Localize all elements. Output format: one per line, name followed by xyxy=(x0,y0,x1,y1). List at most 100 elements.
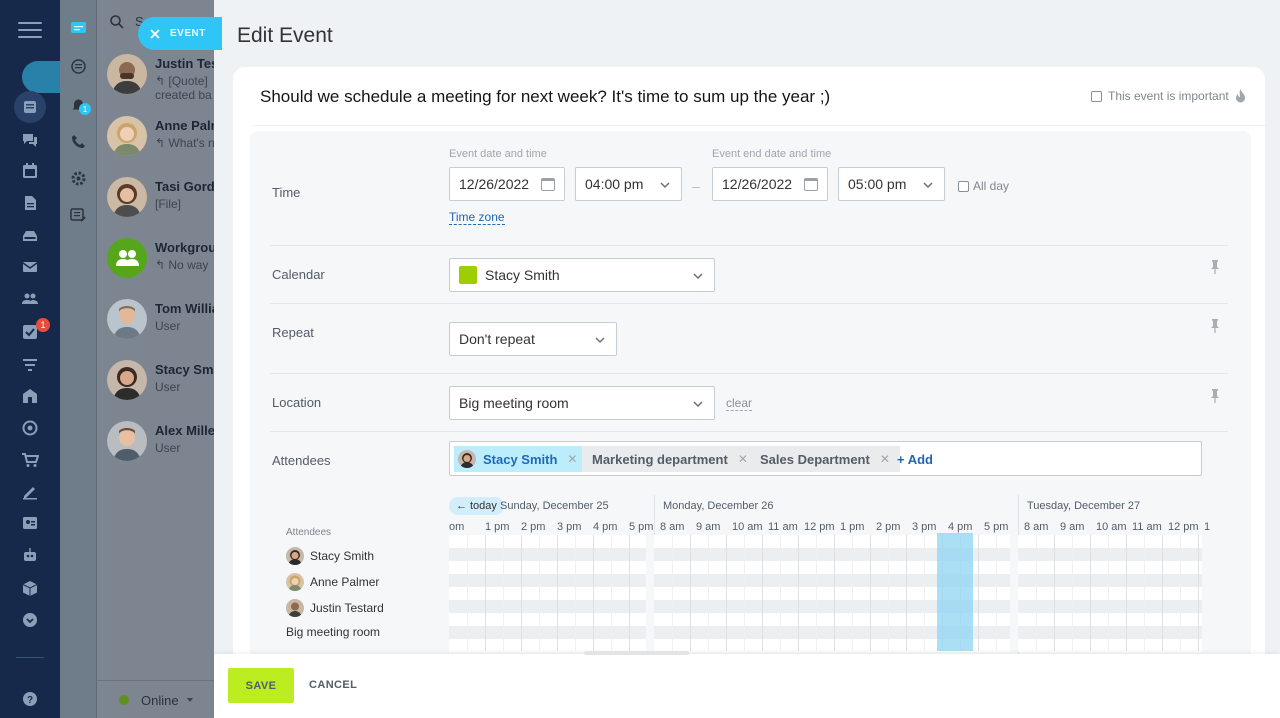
search-icon xyxy=(110,15,124,29)
flame-icon xyxy=(1235,89,1245,103)
sites-icon[interactable] xyxy=(20,386,40,406)
grid-row xyxy=(1018,613,1202,626)
all-day-toggle[interactable]: All day xyxy=(958,179,1009,193)
important-checkbox[interactable] xyxy=(1091,90,1102,102)
chat-item[interactable]: Tom Willia User xyxy=(97,291,227,351)
avatar xyxy=(107,116,147,156)
event-form-card: Should we schedule a meeting for next we… xyxy=(233,67,1265,667)
planner-attendees-caption: Attendees xyxy=(286,527,332,538)
grid-column-line xyxy=(834,535,835,651)
avatar xyxy=(286,573,304,591)
status-selector[interactable]: Online xyxy=(97,680,227,718)
phone-icon[interactable] xyxy=(70,133,87,150)
grid-column-line xyxy=(1036,535,1037,651)
chat-item[interactable]: Alex Miller User xyxy=(97,413,227,473)
close-event-tab[interactable]: EVENT xyxy=(138,17,222,50)
grid-column-line xyxy=(1054,535,1055,651)
channels-icon[interactable] xyxy=(70,58,87,75)
group-icon[interactable] xyxy=(20,289,40,309)
attendees-selector[interactable]: Stacy Smith ✕ Marketing department ✕ Sal… xyxy=(449,441,1202,476)
pin-icon[interactable] xyxy=(1210,319,1220,333)
attendee-tag[interactable]: Marketing department ✕ xyxy=(582,446,758,472)
mail-icon[interactable] xyxy=(20,257,40,277)
end-time-select[interactable]: 05:00 pm xyxy=(838,167,945,201)
event-name-input[interactable]: Should we schedule a meeting for next we… xyxy=(260,87,830,107)
chat-item[interactable]: Justin Tes ↰ [Quote] created ba xyxy=(97,46,227,106)
avatar xyxy=(107,54,147,94)
grid-column-line xyxy=(485,535,486,651)
calendar-select[interactable]: Stacy Smith xyxy=(449,258,715,292)
crm-icon[interactable] xyxy=(20,355,40,375)
grid-row xyxy=(449,535,646,548)
chevron-down-icon xyxy=(659,178,671,190)
menu-icon[interactable] xyxy=(18,22,42,40)
location-select[interactable]: Big meeting room xyxy=(449,386,715,420)
start-date-input[interactable]: 12/26/2022 xyxy=(449,167,565,201)
remove-icon[interactable]: ✕ xyxy=(738,452,748,466)
grid-column-line xyxy=(1108,535,1109,651)
attendee-tag[interactable]: Stacy Smith ✕ xyxy=(454,446,588,472)
signature-icon[interactable] xyxy=(20,482,40,502)
hour-label: 11 am xyxy=(768,521,798,533)
selected-time-slot[interactable] xyxy=(937,533,973,651)
chat-item[interactable]: Anne Palm ↰ What's n xyxy=(97,108,227,168)
feed-icon[interactable] xyxy=(14,91,46,123)
attendee-tag[interactable]: Sales Department ✕ xyxy=(750,446,900,472)
clear-location-link[interactable]: clear xyxy=(726,396,753,411)
repeat-select[interactable]: Don't repeat xyxy=(449,322,617,356)
time-zone-link[interactable]: Time zone xyxy=(449,210,505,225)
caret-down-icon xyxy=(187,698,193,702)
save-button[interactable]: SAVE xyxy=(228,668,294,703)
grid-column-line xyxy=(1090,535,1091,651)
add-attendee-link[interactable]: + Add xyxy=(897,452,933,467)
pin-icon[interactable] xyxy=(1210,389,1220,403)
pin-icon[interactable] xyxy=(1210,260,1220,274)
contact-icon[interactable] xyxy=(20,513,40,533)
cancel-button[interactable]: CANCEL xyxy=(309,679,357,691)
document-icon[interactable] xyxy=(20,193,40,213)
help-icon[interactable]: ? xyxy=(20,689,40,709)
chat-item[interactable]: Workgroup ↰ No way xyxy=(97,230,227,290)
all-day-checkbox[interactable] xyxy=(958,180,969,192)
edit-list-icon[interactable] xyxy=(70,207,87,224)
attendees-label: Attendees xyxy=(272,453,331,468)
shop-icon[interactable] xyxy=(20,450,40,470)
repeat-value: Don't repeat xyxy=(459,331,535,347)
grid-column-line xyxy=(798,535,799,651)
chat-search[interactable]: S xyxy=(109,14,144,35)
horizontal-scrollbar[interactable] xyxy=(584,651,689,655)
today-button[interactable]: ← today xyxy=(449,497,504,515)
close-icon xyxy=(150,28,160,39)
more-icon[interactable] xyxy=(20,610,40,630)
chat-item[interactable]: Tasi Gordo [File] xyxy=(97,169,227,229)
start-time-select[interactable]: 04:00 pm xyxy=(575,167,682,201)
drive-icon[interactable] xyxy=(20,226,40,246)
grid-column-line xyxy=(629,535,630,651)
chat-item[interactable]: Stacy Smi User xyxy=(97,352,227,412)
hour-label: 1 xyxy=(1204,521,1211,533)
end-date-input[interactable]: 12/26/2022 xyxy=(712,167,828,201)
svg-text:?: ? xyxy=(27,695,33,706)
remove-icon[interactable]: ✕ xyxy=(567,452,577,466)
attendee-planner: ← today Sunday, December 25 Monday, Dece… xyxy=(250,491,1251,667)
hour-label: 9 am xyxy=(1060,521,1085,533)
grid-column-line xyxy=(870,535,871,651)
end-time-value: 05:00 pm xyxy=(848,176,907,192)
grid-column-line xyxy=(1144,535,1145,651)
important-toggle[interactable]: This event is important xyxy=(1091,89,1246,103)
attendee-tag-label: Stacy Smith xyxy=(483,451,558,467)
grid-row xyxy=(1018,548,1202,561)
messages-icon[interactable] xyxy=(70,20,87,37)
remove-icon[interactable]: ✕ xyxy=(880,452,890,466)
calendar-icon[interactable] xyxy=(20,161,40,181)
planner-room-name: Big meeting room xyxy=(286,625,381,639)
chat-icon[interactable] xyxy=(20,130,40,150)
robot-icon[interactable] xyxy=(20,545,40,565)
box-icon[interactable] xyxy=(20,578,40,598)
grid-row xyxy=(1018,626,1202,639)
settings-icon[interactable] xyxy=(70,170,87,187)
grid-column-line xyxy=(996,535,997,651)
notifications-badge: 1 xyxy=(79,103,91,115)
goal-icon[interactable] xyxy=(20,418,40,438)
grid-column-line xyxy=(744,535,745,651)
